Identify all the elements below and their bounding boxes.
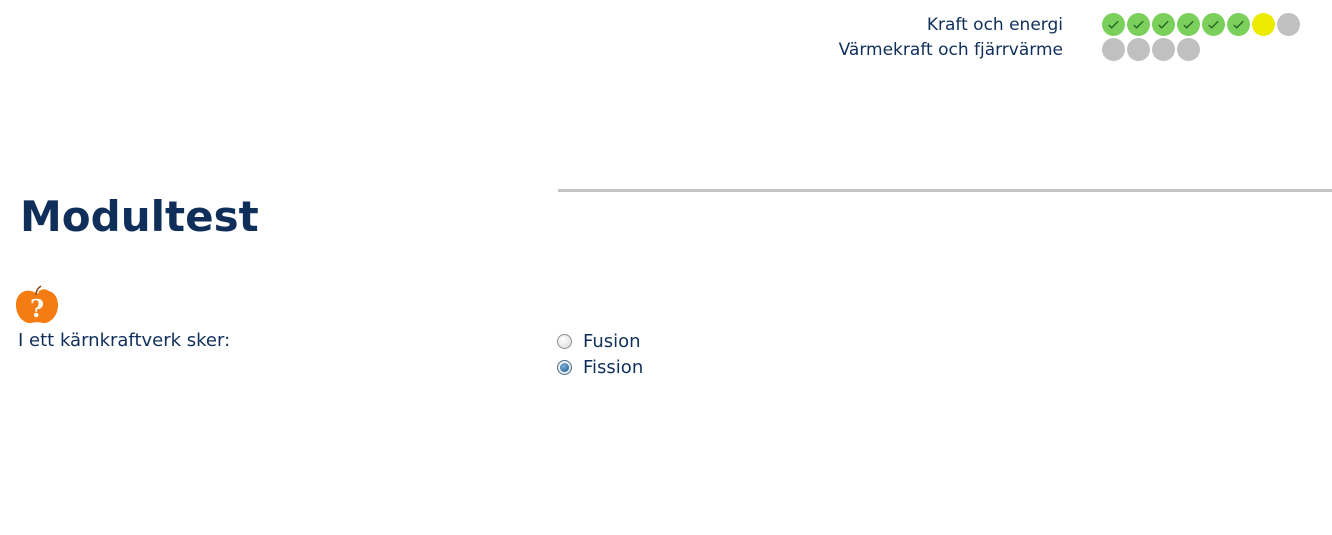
step-todo-icon [1277, 13, 1300, 36]
progress-row-varmekraft-och-fjarrvarme: Värmekraft och fjärrvärme [823, 37, 1302, 62]
step-done-icon [1152, 13, 1175, 36]
step-done-icon [1177, 13, 1200, 36]
progress-row-kraft-och-energi: Kraft och energi [823, 12, 1302, 37]
radio-fission[interactable] [557, 359, 572, 375]
step-done-icon [1102, 13, 1125, 36]
step-done-icon [1202, 13, 1225, 36]
step-done-icon [1127, 13, 1150, 36]
step-todo-icon [1102, 38, 1125, 61]
module-progress: Kraft och energi Värmekraft och fjärrvär… [823, 12, 1302, 62]
option-label: Fusion [583, 330, 641, 352]
step-todo-icon [1177, 38, 1200, 61]
step-todo-icon [1127, 38, 1150, 61]
step-todo-icon [1152, 38, 1175, 61]
question-text: I ett kärnkraftverk sker: [18, 330, 231, 351]
answer-options: Fusion Fission [557, 328, 643, 380]
module-label: Kraft och energi [926, 14, 1063, 35]
question-apple-icon: ? [16, 285, 58, 324]
page-title: Modultest [20, 192, 259, 241]
svg-text:?: ? [30, 294, 44, 323]
step-current-icon [1252, 13, 1275, 36]
option-fission[interactable]: Fission [557, 354, 643, 380]
step-done-icon [1227, 13, 1250, 36]
option-label: Fission [583, 356, 644, 378]
module-label: Värmekraft och fjärrvärme [838, 39, 1063, 60]
radio-fusion[interactable] [557, 333, 572, 349]
step-dots [1102, 38, 1302, 61]
step-dots [1102, 13, 1302, 36]
option-fusion[interactable]: Fusion [557, 328, 643, 354]
header-divider [558, 189, 1332, 192]
